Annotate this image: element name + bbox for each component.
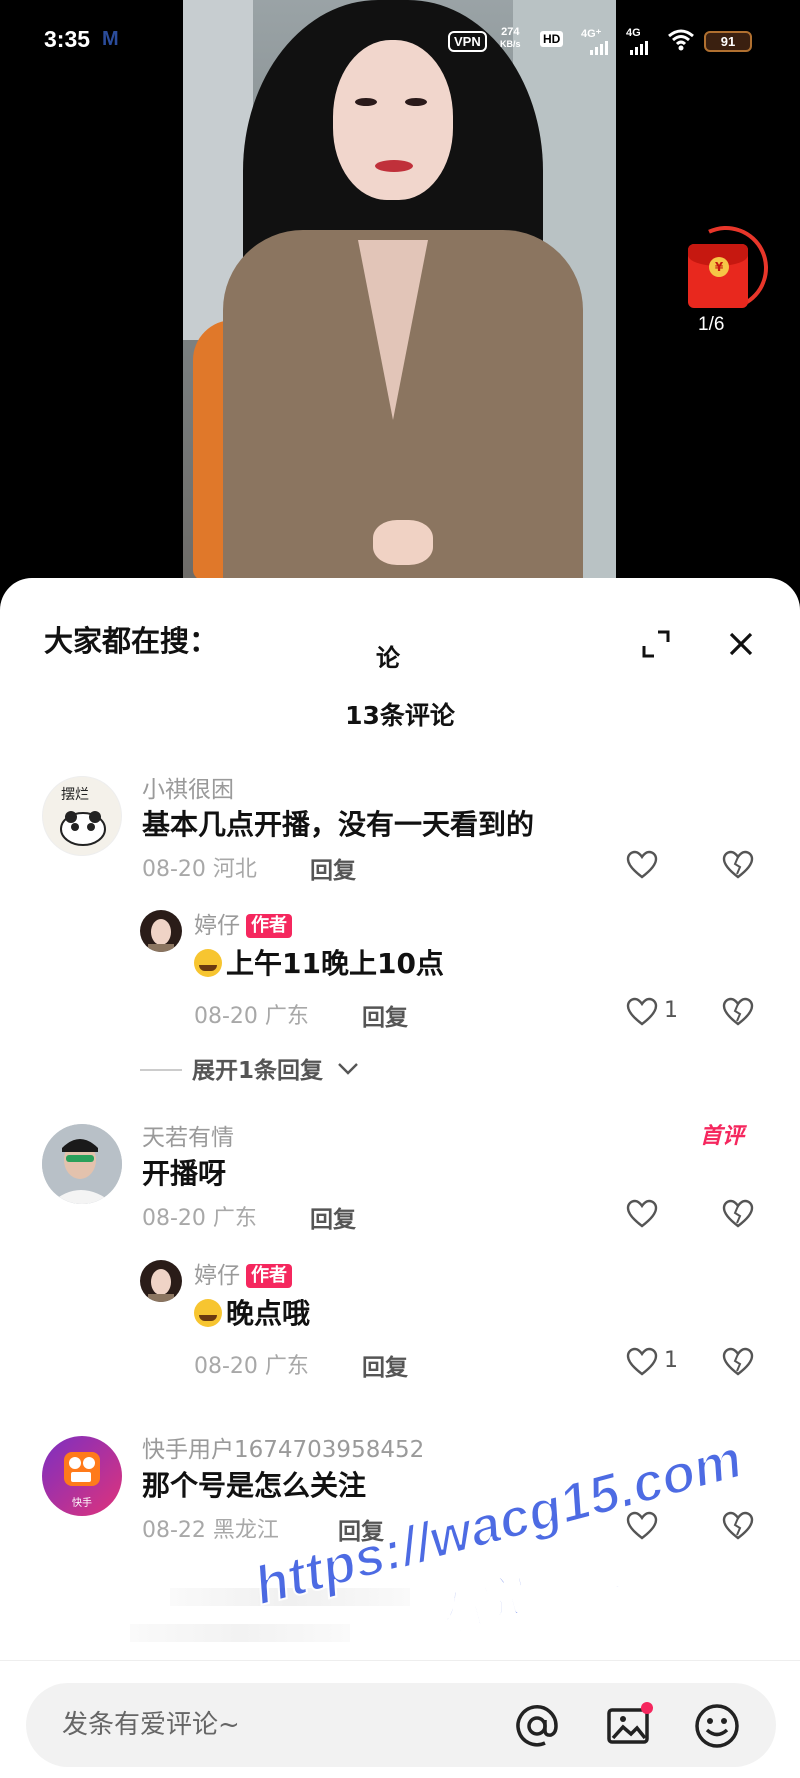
comment-count-title: 13条评论 [345, 701, 455, 730]
like-count: 1 [664, 998, 678, 1023]
like-count: 1 [664, 1348, 678, 1373]
reply-button[interactable]: 回复 [362, 998, 408, 1032]
red-packet-progress: 1/6 [698, 314, 725, 335]
eye-right [405, 98, 427, 106]
avatar[interactable] [140, 910, 182, 952]
reply-text: 上午11晚上10点 [226, 947, 444, 980]
comment-username[interactable]: 小祺很困 [142, 770, 234, 804]
author-avatar-icon [148, 1269, 174, 1302]
signal-bars-2-icon [630, 41, 648, 55]
reply-username-row: 婷仔 作者 [194, 906, 292, 940]
expand-replies-button[interactable]: 展开1条回复 [140, 1051, 359, 1085]
close-icon[interactable] [725, 628, 757, 660]
broken-heart-icon[interactable] [722, 1199, 754, 1229]
reply-button[interactable]: 回复 [338, 1512, 384, 1546]
broken-heart-icon[interactable] [722, 850, 754, 880]
signal-bars-1-icon [590, 41, 608, 55]
divider [140, 1069, 182, 1071]
heart-icon[interactable] [626, 997, 658, 1027]
comment-input[interactable] [26, 1683, 776, 1767]
comment-text[interactable]: 那个号是怎么关注 [142, 1464, 366, 1504]
red-packet-widget[interactable]: ¥ 1/6 [672, 214, 780, 336]
comment-date-location: 08-22 黑龙江 [142, 1518, 279, 1543]
heart-icon[interactable] [626, 1199, 658, 1229]
comment-username[interactable]: 天若有情 [142, 1118, 234, 1152]
heart-icon[interactable] [626, 1347, 658, 1377]
wifi-icon [668, 29, 694, 51]
panda-avatar-icon: 摆烂 [60, 787, 106, 846]
vpn-badge: VPN [448, 31, 487, 52]
avatar-caption: 快手 [72, 1498, 92, 1509]
chevron-down-icon [338, 1063, 358, 1075]
avatar[interactable] [140, 1260, 182, 1302]
reply-button[interactable]: 回复 [310, 1200, 356, 1234]
reply-date-location: 08-20 广东 [194, 1004, 309, 1029]
reply-button[interactable]: 回复 [362, 1348, 408, 1382]
expand-icon[interactable] [640, 628, 672, 660]
at-mention-icon[interactable] [512, 1701, 562, 1751]
yuan-coin-icon: ¥ [709, 257, 729, 277]
hand-figure [373, 520, 433, 565]
network-type-2: 4G [626, 27, 641, 39]
user-avatar-icon [42, 1124, 122, 1204]
reply-text-row[interactable]: 上午11晚上10点 [194, 942, 444, 982]
comment-input-bar [0, 1660, 800, 1778]
broken-heart-icon[interactable] [722, 1511, 754, 1541]
author-tag: 作者 [246, 914, 292, 938]
trending-search-label: 大家都在搜： [44, 624, 219, 658]
author-tag: 作者 [246, 1264, 292, 1288]
network-speed-value: 274 [501, 26, 520, 38]
reply-text-row[interactable]: 晚点哦 [194, 1292, 310, 1332]
status-bar: 3:35 M VPN 274 KB/s HD 4G⁺ 4G 91 [0, 0, 800, 80]
avatar[interactable] [42, 1124, 122, 1204]
svg-text:摆烂: 摆烂 [61, 787, 89, 803]
avatar[interactable]: 摆烂 [42, 776, 122, 856]
video-player[interactable] [0, 0, 800, 600]
comment-text[interactable]: 开播呀 [142, 1152, 226, 1192]
reply-username[interactable]: 婷仔 [194, 1263, 240, 1289]
image-picker-icon[interactable] [604, 1701, 654, 1751]
laugh-cry-emoji-icon [194, 949, 222, 977]
comment-item-faded [130, 1578, 690, 1658]
clock: 3:35 [44, 26, 91, 52]
reply-username[interactable]: 婷仔 [194, 913, 240, 939]
network-speed: 274 KB/s [500, 26, 521, 50]
author-avatar-icon [148, 919, 174, 952]
comment-text[interactable]: 基本几点开播，没有一天看到的 [142, 803, 534, 843]
lips-figure [375, 160, 413, 172]
red-envelope-icon: ¥ [688, 244, 748, 308]
eye-left [355, 98, 377, 106]
comment-date-location: 08-20 广东 [142, 1206, 257, 1231]
reply-text: 晚点哦 [226, 1297, 311, 1330]
emoji-picker-icon[interactable] [692, 1701, 742, 1751]
network-speed-unit: KB/s [500, 39, 521, 49]
broken-heart-icon[interactable] [722, 1347, 754, 1377]
battery-indicator: 91 [704, 31, 752, 52]
first-comment-badge: 首评 [700, 1124, 745, 1149]
comment-sheet: 大家都在搜： 论 13条评论 摆烂 小祺很困 基本几点开播，没有一天看到的 08… [0, 578, 800, 1778]
expand-replies-label: 展开1条回复 [192, 1058, 324, 1084]
broken-heart-icon[interactable] [722, 997, 754, 1027]
laugh-cry-emoji-icon [194, 1299, 222, 1327]
heart-icon[interactable] [626, 850, 658, 880]
hd-badge: HD [540, 31, 564, 47]
network-type-1: 4G⁺ [581, 28, 602, 40]
avatar[interactable]: 快手 [42, 1436, 122, 1516]
placeholder-line [170, 1588, 410, 1606]
reply-button[interactable]: 回复 [310, 851, 356, 885]
trending-search-term[interactable]: 论 [376, 638, 400, 673]
video-frame[interactable] [183, 0, 616, 600]
reply-username-row: 婷仔 作者 [194, 1256, 292, 1290]
reply-date-location: 08-20 广东 [194, 1354, 309, 1379]
placeholder-line [130, 1624, 350, 1642]
carrier-logo-icon: M [102, 28, 119, 50]
heart-icon[interactable] [626, 1511, 658, 1541]
comment-date-location: 08-20 河北 [142, 857, 257, 882]
comment-username[interactable]: 快手用户1674703958452 [142, 1430, 424, 1464]
